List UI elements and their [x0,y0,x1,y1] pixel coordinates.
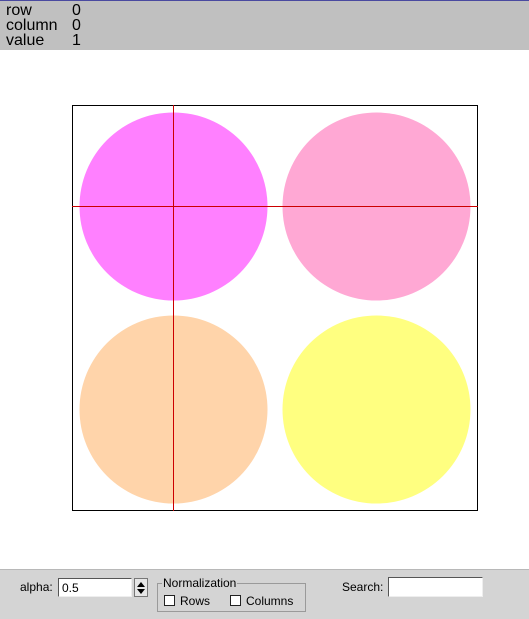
spinner-up-icon[interactable] [137,582,145,587]
matrix-cell-r1-c1[interactable] [282,315,471,504]
matrix-plot[interactable] [72,105,478,511]
alpha-label: alpha: [20,580,53,594]
rows-checkbox-label[interactable]: Rows [180,594,210,608]
normalization-label: Normalization [162,576,238,590]
alpha-spinner[interactable] [134,578,148,597]
search-label: Search: [342,580,384,594]
search-input[interactable] [388,577,483,597]
alpha-input[interactable] [58,578,132,597]
columns-checkbox[interactable] [230,595,241,606]
matrix-plot-canvas[interactable] [72,105,478,511]
spinner-down-icon[interactable] [137,589,145,594]
control-toolbar: alpha: Normalization Rows Columns Search… [0,569,529,619]
value-label: value [6,32,45,49]
rows-checkbox[interactable] [164,595,175,606]
value-value: 1 [72,32,81,49]
columns-checkbox-label[interactable]: Columns [246,594,293,608]
hover-info-panel: row 0 column 0 value 1 [0,1,529,50]
